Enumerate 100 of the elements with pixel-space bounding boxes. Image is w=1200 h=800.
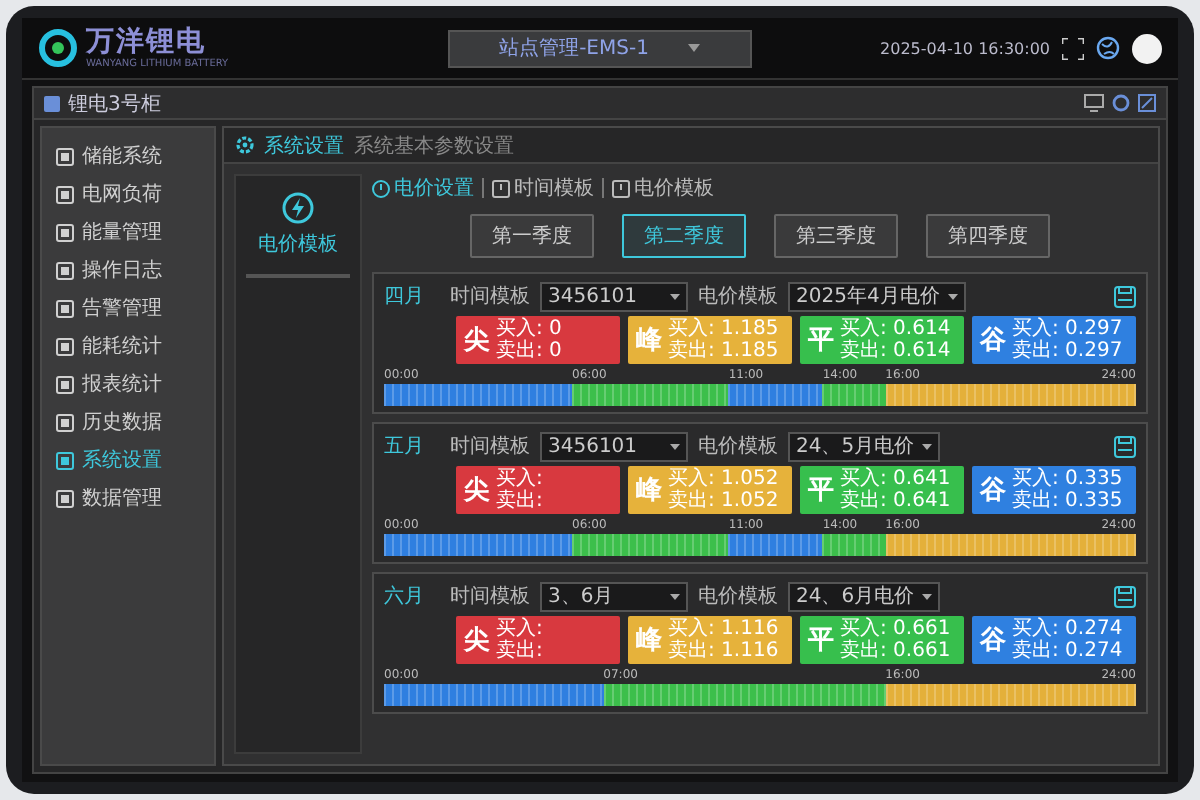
season-button[interactable]: 第二季度 (622, 214, 746, 258)
buy-price: 买入: (496, 468, 543, 490)
caret-icon (947, 293, 958, 299)
tab[interactable]: 时间模板 (492, 174, 594, 202)
save-icon[interactable] (1114, 435, 1136, 457)
field-label: 电价模板 (698, 433, 778, 460)
sell-price: 卖出: (496, 490, 543, 512)
price-symbol: 平 (808, 624, 834, 658)
sidebar-item[interactable]: 报表统计 (50, 368, 206, 400)
save-icon[interactable] (1114, 285, 1136, 307)
caret-icon (922, 443, 933, 449)
menu-icon (56, 413, 74, 431)
sell-price: 卖出: 0.614 (840, 340, 951, 362)
price-symbol: 峰 (636, 324, 662, 358)
buy-price: 买入: 1.185 (668, 318, 779, 340)
buy-price: 买入: 0.661 (840, 618, 951, 640)
tab[interactable]: 电价设置 (372, 174, 474, 202)
price-symbol: 谷 (980, 324, 1006, 358)
buy-price: 买入: 1.116 (668, 618, 779, 640)
time-template-dropdown[interactable]: 3456101 (540, 281, 688, 311)
price-symbol: 峰 (636, 474, 662, 508)
datetime: 2025-04-10 16:30:00 (880, 39, 1050, 57)
month-label: 六月 (384, 583, 426, 610)
season-button[interactable]: 第四季度 (926, 214, 1050, 258)
sidebar-item[interactable]: 系统设置 (50, 444, 206, 476)
time-template-dropdown[interactable]: 3、6月 (540, 581, 688, 611)
price-template-dropdown[interactable]: 24、5月电价 (788, 431, 941, 461)
sell-price: 卖出: 1.185 (668, 340, 779, 362)
field-label: 时间模板 (450, 433, 530, 460)
price-symbol: 谷 (980, 474, 1006, 508)
buy-price: 买入: 0.641 (840, 468, 951, 490)
expand-icon[interactable] (1138, 94, 1156, 112)
caret-icon (670, 443, 680, 449)
sell-price: 卖出: 1.052 (668, 490, 779, 512)
menu-icon (56, 337, 74, 355)
menu-icon (56, 147, 74, 165)
season-button[interactable]: 第一季度 (470, 214, 594, 258)
price-template-dropdown[interactable]: 24、6月电价 (788, 581, 941, 611)
save-icon[interactable] (1114, 585, 1136, 607)
sidebar-item[interactable]: 电网负荷 (50, 178, 206, 210)
sell-price: 卖出: 0 (496, 340, 562, 362)
fullscreen-icon[interactable] (1062, 37, 1084, 59)
price-symbol: 谷 (980, 624, 1006, 658)
monitor-icon[interactable] (1084, 94, 1104, 112)
gear-icon (236, 136, 254, 154)
sell-price: 卖出: 0.661 (840, 640, 951, 662)
sell-price: 卖出: 0.274 (1012, 640, 1123, 662)
sidebar-item[interactable]: 操作日志 (50, 254, 206, 286)
sell-price: 卖出: (496, 640, 543, 662)
tab-icon (492, 179, 510, 197)
price-template-dropdown[interactable]: 2025年4月电价 (788, 281, 966, 311)
buy-price: 买入: (496, 618, 543, 640)
field-label: 电价模板 (698, 283, 778, 310)
sidebar-item[interactable]: 历史数据 (50, 406, 206, 438)
buy-price: 买入: 0.614 (840, 318, 951, 340)
sidebar-item[interactable]: 能耗统计 (50, 330, 206, 362)
circle-icon[interactable] (1112, 94, 1130, 112)
menu-icon (56, 489, 74, 507)
caret-icon (670, 293, 680, 299)
price-symbol: 尖 (464, 624, 490, 658)
site-dropdown[interactable]: 站点管理-EMS-1 (448, 29, 752, 67)
field-label: 时间模板 (450, 283, 530, 310)
logo-icon (38, 28, 78, 68)
menu-icon (56, 185, 74, 203)
square-icon (44, 95, 60, 111)
sell-price: 卖出: 0.297 (1012, 340, 1123, 362)
field-label: 时间模板 (450, 583, 530, 610)
season-button[interactable]: 第三季度 (774, 214, 898, 258)
template-card[interactable]: 电价模板 (234, 174, 362, 754)
panel-title: 锂电3号柜 (68, 91, 161, 117)
caret-icon (688, 44, 701, 52)
time-template-dropdown[interactable]: 3456101 (540, 431, 688, 461)
price-symbol: 平 (808, 324, 834, 358)
avatar[interactable] (1132, 33, 1162, 63)
month-label: 四月 (384, 284, 426, 310)
page-subtitle: 系统基本参数设置 (354, 133, 514, 159)
buy-price: 买入: 0.297 (1012, 318, 1123, 340)
menu-icon (56, 261, 74, 279)
tab[interactable]: 电价模板 (612, 174, 714, 202)
tab-icon (612, 179, 630, 197)
sell-price: 卖出: 1.116 (668, 640, 779, 662)
sidebar-item[interactable]: 数据管理 (50, 482, 206, 514)
month-label: 五月 (384, 434, 426, 460)
logo-text: 万洋锂电 (86, 27, 208, 57)
buy-price: 买入: 1.052 (668, 468, 779, 490)
menu-icon (56, 299, 74, 317)
buy-price: 买入: 0 (496, 318, 562, 340)
sell-price: 卖出: 0.641 (840, 490, 951, 512)
sidebar-item[interactable]: 能量管理 (50, 216, 206, 248)
lightning-icon (282, 192, 314, 224)
field-label: 电价模板 (698, 583, 778, 610)
price-symbol: 尖 (464, 324, 490, 358)
price-symbol: 尖 (464, 474, 490, 508)
sell-price: 卖出: 0.335 (1012, 490, 1123, 512)
price-symbol: 平 (808, 474, 834, 508)
buy-price: 买入: 0.274 (1012, 618, 1123, 640)
buy-price: 买入: 0.335 (1012, 468, 1123, 490)
sidebar-item[interactable]: 告警管理 (50, 292, 206, 324)
sidebar-item[interactable]: 储能系统 (50, 140, 206, 172)
menu-icon (56, 223, 74, 241)
